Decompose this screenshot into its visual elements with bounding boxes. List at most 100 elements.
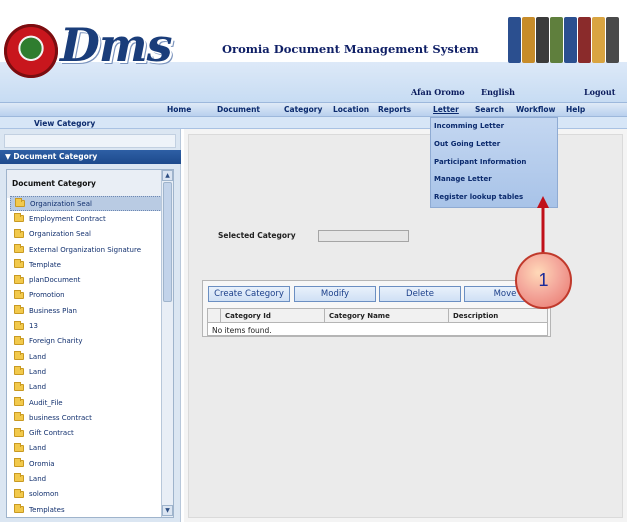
folder-icon	[14, 473, 24, 483]
folder-icon	[14, 397, 24, 406]
folder-icon	[14, 412, 24, 422]
tree-item[interactable]: Promotion	[10, 288, 162, 303]
column-header-category-name[interactable]: Category Name	[325, 309, 449, 323]
tree-item[interactable]: Land	[10, 364, 162, 379]
scroll-thumb[interactable]	[163, 182, 172, 302]
dms-logo: Dms	[60, 18, 172, 72]
binders-image	[506, 13, 622, 63]
logout-link[interactable]: Logout	[584, 87, 615, 97]
menu-item-manage-letter[interactable]: Manage Letter	[434, 175, 492, 183]
folder-icon	[14, 351, 24, 361]
left-top-strip	[4, 134, 176, 148]
menu-item-participant-information[interactable]: Participant Information	[434, 158, 526, 166]
modify-button[interactable]: Modify	[294, 286, 376, 302]
tree-item[interactable]: business Contract	[10, 410, 162, 425]
column-header-description[interactable]: Description	[449, 309, 547, 323]
tree-item[interactable]: Land	[10, 441, 162, 456]
nav-workflow[interactable]: Workflow	[516, 105, 556, 114]
folder-icon	[14, 427, 24, 437]
tree-item-label: External Organization Signature	[29, 245, 142, 254]
tree-item[interactable]: Land	[10, 471, 162, 486]
callout-number-badge: 1	[515, 252, 572, 309]
tree-item-label: Gift Contract	[29, 429, 74, 438]
tree-item[interactable]: Oromia	[10, 456, 162, 471]
tree-scrollbar[interactable]: ▲ ▼	[161, 170, 173, 517]
empty-message: No items found.	[212, 326, 272, 335]
view-category-link[interactable]: View Category	[34, 119, 95, 128]
folder-icon	[14, 458, 24, 468]
folder-icon	[14, 488, 24, 498]
tree-item[interactable]: Business Plan	[10, 303, 162, 318]
tree-item[interactable]: Organization Seal	[10, 227, 162, 242]
system-title: Oromia Document Management System	[222, 42, 479, 56]
tree-item[interactable]: Organization Seal	[10, 196, 162, 212]
nav-help[interactable]: Help	[566, 105, 585, 114]
menu-item-outgoing-letter[interactable]: Out Going Letter	[434, 140, 500, 148]
tree-item-label: Promotion	[29, 291, 65, 300]
nav-location[interactable]: Location	[333, 105, 369, 114]
tree-item[interactable]: Gift Contract	[10, 425, 162, 440]
tree-item-label: business Contract	[29, 413, 92, 422]
tree-item[interactable]: Foreign Charity	[10, 334, 162, 349]
tree-item-label: Business Plan	[29, 306, 77, 315]
tree-item[interactable]: External Organization Signature	[10, 242, 162, 257]
folder-icon	[14, 244, 24, 254]
tree-item[interactable]: Templates	[10, 502, 162, 517]
folder-icon	[14, 213, 24, 223]
nav-letter[interactable]: Letter	[433, 105, 459, 114]
folder-icon	[14, 381, 24, 391]
selected-category-label: Selected Category	[218, 231, 296, 240]
folder-icon	[14, 289, 24, 299]
tree-heading: Document Category	[7, 170, 162, 198]
scroll-up-button[interactable]: ▲	[162, 170, 173, 181]
category-tree: Document Category Organization Seal Emplo…	[6, 169, 174, 518]
column-header-category-id[interactable]: Category Id	[221, 309, 325, 323]
tree-item-label: Employment Contract	[29, 214, 106, 223]
tree-item-label: planDocument	[29, 276, 81, 285]
folder-icon	[14, 504, 24, 514]
folder-icon	[15, 198, 25, 208]
tree-item[interactable]: Audit_File	[10, 395, 162, 410]
oromia-seal-logo	[4, 24, 58, 78]
tree-item-label: Audit_File	[29, 398, 63, 407]
folder-icon	[14, 335, 24, 345]
tree-item[interactable]: Template	[10, 257, 162, 272]
document-category-header[interactable]: ▼ Document Category	[0, 150, 181, 164]
create-category-button[interactable]: Create Category	[208, 286, 290, 302]
tree-item[interactable]: Land	[10, 380, 162, 395]
afan-oromo-link[interactable]: Afan Oromo	[411, 87, 465, 97]
tree-item[interactable]: planDocument	[10, 272, 162, 287]
main-nav: Home Document Category Location Reports …	[0, 102, 627, 117]
folder-icon	[14, 228, 24, 238]
nav-home[interactable]: Home	[167, 105, 191, 114]
scroll-down-button[interactable]: ▼	[162, 505, 173, 516]
nav-document[interactable]: Document	[217, 105, 260, 114]
nav-reports[interactable]: Reports	[378, 105, 411, 114]
tree-item-label: solomon	[29, 490, 59, 499]
folder-icon	[14, 442, 24, 452]
tree-item[interactable]: Land	[10, 349, 162, 364]
tree-item-label: Organization Seal	[30, 199, 92, 208]
tree-item[interactable]: solomon	[10, 487, 162, 502]
tree-item-label: Land	[29, 367, 47, 376]
selected-category-field[interactable]	[318, 230, 409, 242]
folder-icon	[14, 366, 24, 376]
folder-icon	[14, 305, 24, 315]
menu-item-incoming-letter[interactable]: Incomming Letter	[434, 122, 504, 130]
tree-item-label: 13	[29, 322, 38, 331]
tree-item-label: Templates	[29, 505, 65, 514]
tree-item-label: Land	[29, 444, 47, 453]
nav-search[interactable]: Search	[475, 105, 504, 114]
tree-item-label: Land	[29, 383, 47, 392]
nav-category[interactable]: Category	[284, 105, 322, 114]
folder-icon	[14, 320, 24, 330]
tree-item[interactable]: Employment Contract	[10, 211, 162, 226]
english-link[interactable]: English	[481, 87, 515, 97]
tree-item-label: Land	[29, 474, 47, 483]
tree-item-label: Template	[29, 260, 61, 269]
tree-item[interactable]: 13	[10, 318, 162, 333]
tree-item-label: Oromia	[29, 459, 55, 468]
delete-button[interactable]: Delete	[379, 286, 461, 302]
category-table: Category Id Category Name Description No…	[207, 308, 548, 336]
tree-item-label: Foreign Charity	[29, 337, 83, 346]
